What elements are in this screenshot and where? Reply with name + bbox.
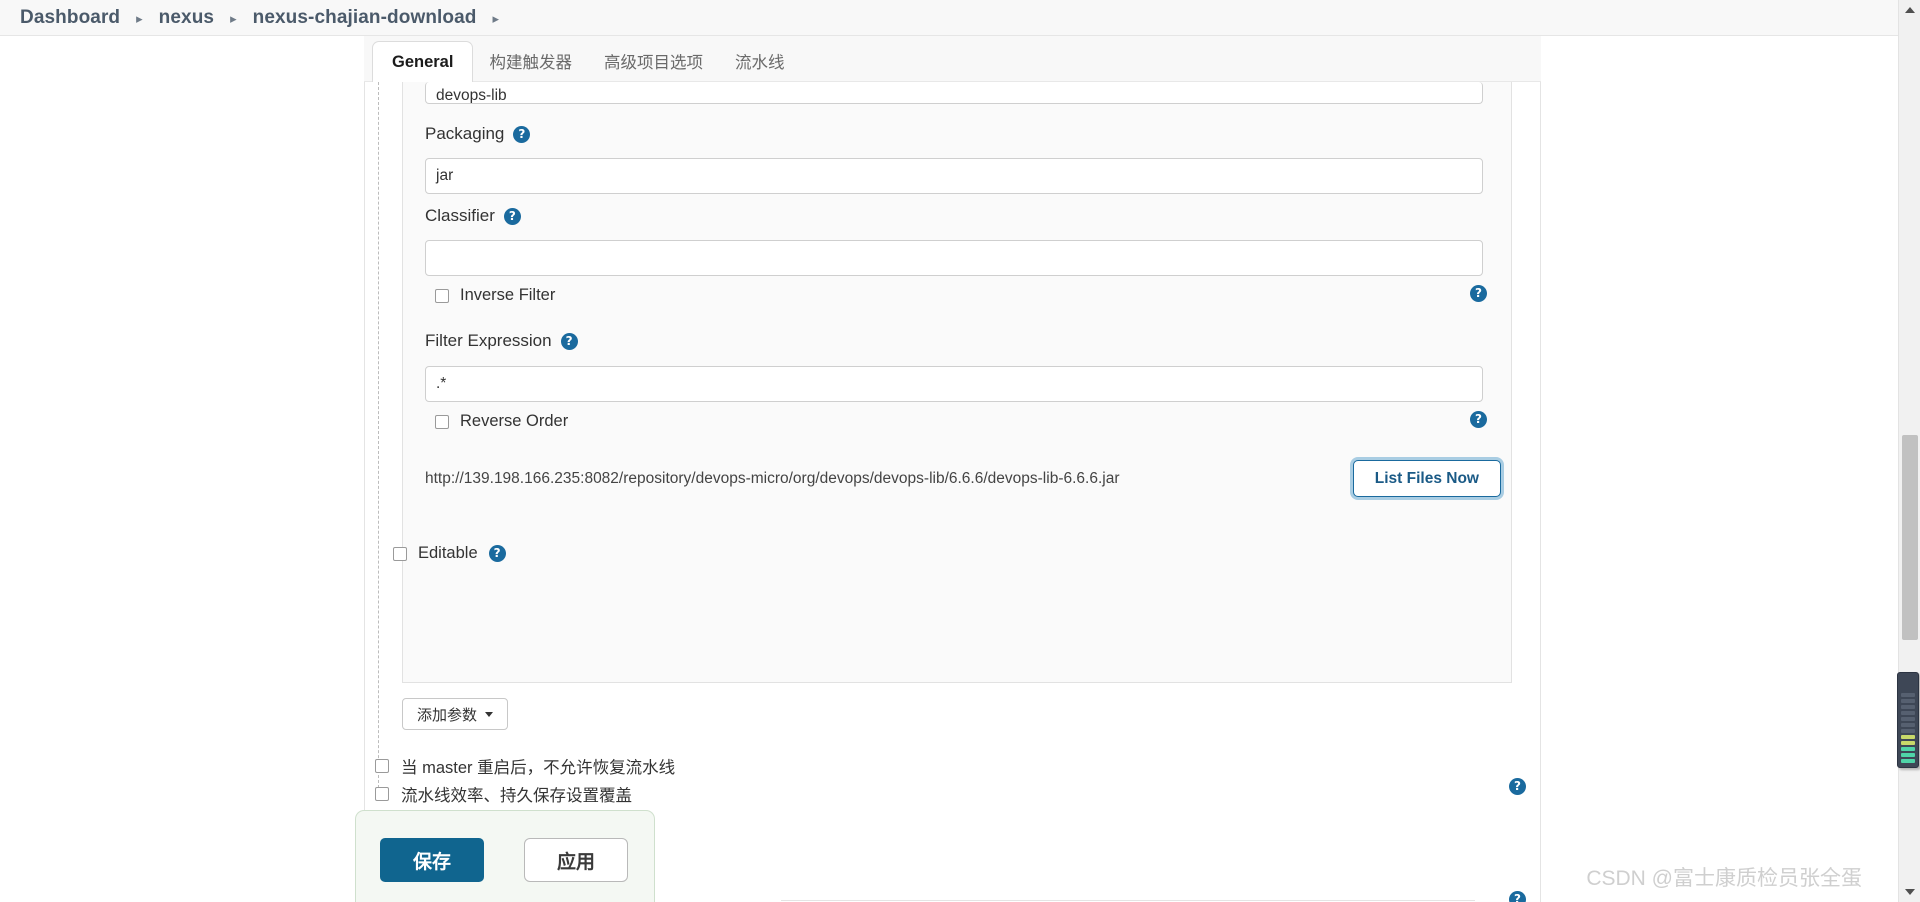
inverse-filter-label: Inverse Filter [460,286,556,304]
editable-row[interactable]: Editable ? [393,544,506,563]
breadcrumb: Dashboard ▸ nexus ▸ nexus-chajian-downlo… [0,0,1898,36]
help-icon[interactable]: ? [1509,778,1526,795]
tab-bar: General 构建触发器 高级项目选项 流水线 [0,36,1898,83]
help-icon[interactable]: ? [513,125,531,143]
reverse-order-row[interactable]: Reverse Order [435,412,568,431]
tab-advanced-project-options[interactable]: 高级项目选项 [588,54,719,83]
durability-checkbox[interactable] [375,787,389,801]
page-body: General 构建触发器 高级项目选项 流水线 devops-lib Pack… [0,36,1898,902]
watermark: CSDN @富士康质检员张全蛋 [1586,867,1862,890]
tab-general[interactable]: General [372,40,474,83]
inverse-filter-checkbox[interactable] [435,288,449,303]
reverse-order-label: Reverse Order [460,412,569,430]
meter-segment [1901,699,1915,703]
help-icon[interactable]: ? [1470,285,1487,302]
chevron-down-icon [485,711,494,717]
scrollbar-thumb[interactable] [1902,435,1918,640]
option-row-durability[interactable]: 流水线效率、持久保存设置覆盖 [375,782,632,806]
breadcrumb-item-job[interactable]: nexus-chajian-download [253,7,477,29]
tab-build-triggers[interactable]: 构建触发器 [473,54,588,83]
scroll-up-button[interactable] [1899,0,1920,20]
list-files-now-button[interactable]: List Files Now [1352,460,1501,497]
resource-meter-widget[interactable] [1897,672,1919,768]
help-icon[interactable]: ? [488,545,506,562]
meter-segment-lit [1901,753,1915,757]
help-icon[interactable]: ? [1470,411,1487,428]
editable-checkbox[interactable] [393,546,407,561]
help-icon[interactable]: ? [560,332,578,350]
classifier-input[interactable] [425,240,1483,276]
filter-expression-label-text: Filter Expression [425,331,552,350]
artifact-id-input[interactable]: devops-lib [425,82,1483,104]
help-icon[interactable]: ? [503,207,521,225]
add-parameter-label: 添加参数 [417,706,478,724]
tab-bar-right-spacer [1541,36,1898,82]
breadcrumb-separator-icon: ▸ [136,11,143,26]
breadcrumb-item-nexus[interactable]: nexus [159,7,214,29]
meter-segment [1901,711,1915,715]
reverse-order-checkbox[interactable] [435,414,449,429]
preview-row: http://139.198.166.235:8082/repository/d… [425,460,1503,500]
no-resume-label: 当 master 重启后，不允许恢复流水线 [401,759,676,777]
editable-label: Editable [418,544,478,562]
help-icon[interactable]: ? [1509,891,1526,902]
config-form-canvas: devops-lib Packaging ? jar Classifier ? [364,82,1541,902]
meter-segment-lit [1901,741,1915,745]
filter-expression-input[interactable]: .* [425,366,1483,402]
classifier-label: Classifier ? [425,206,521,226]
chevron-down-icon [1905,889,1915,895]
filter-expression-label: Filter Expression ? [425,331,578,351]
tab-pipeline[interactable]: 流水线 [719,54,801,83]
scroll-down-button[interactable] [1899,882,1920,902]
meter-segment [1901,705,1915,709]
meter-segment-lit [1901,747,1915,751]
add-parameter-button[interactable]: 添加参数 [402,698,509,730]
meter-segment-lit [1901,759,1915,763]
form-guide-line-outer [378,82,379,788]
artifact-preview-url: http://139.198.166.235:8082/repository/d… [425,470,1120,487]
tab-list: General 构建触发器 高级项目选项 流水线 [372,36,801,83]
tab-bar-left-spacer [0,36,364,82]
inverse-filter-row[interactable]: Inverse Filter [435,286,555,305]
chevron-up-icon [1905,7,1915,13]
meter-segment [1901,693,1915,697]
classifier-label-text: Classifier [425,206,495,225]
parameter-definition-card: devops-lib Packaging ? jar Classifier ? [393,82,1512,683]
save-button[interactable]: 保存 [380,838,484,882]
breadcrumb-separator-icon: ▸ [230,11,237,26]
packaging-input[interactable]: jar [425,158,1483,194]
breadcrumb-item-dashboard[interactable]: Dashboard [20,7,120,29]
meter-segment [1901,723,1915,727]
breadcrumb-dropdown-icon[interactable]: ▸ [493,12,500,25]
option-row-no-resume[interactable]: 当 master 重启后，不允许恢复流水线 [375,754,675,778]
apply-button[interactable]: 应用 [524,838,628,882]
packaging-label-text: Packaging [425,124,505,143]
section-divider [781,900,1475,901]
durability-label: 流水线效率、持久保存设置覆盖 [401,787,632,805]
packaging-label: Packaging ? [425,124,531,144]
meter-segment [1901,729,1915,733]
no-resume-checkbox[interactable] [375,759,389,773]
meter-segment [1901,717,1915,721]
meter-segment-lit [1901,735,1915,739]
app-root: Dashboard ▸ nexus ▸ nexus-chajian-downlo… [0,0,1920,902]
